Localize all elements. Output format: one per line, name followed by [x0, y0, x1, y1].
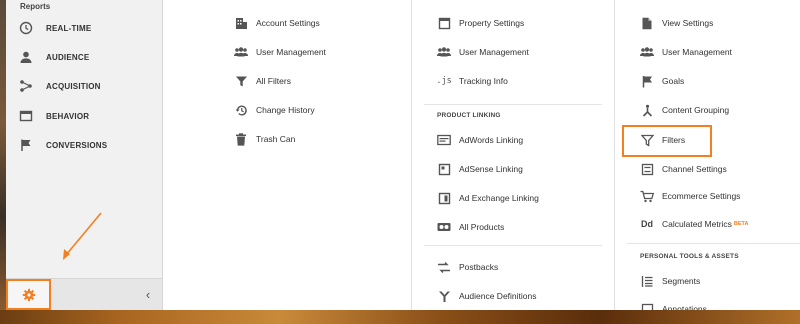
column-separator: [411, 0, 412, 310]
change-history-link[interactable]: Change History: [234, 100, 315, 120]
adexchange-icon: [437, 191, 451, 205]
gear-icon: [22, 288, 36, 302]
link-label: All Filters: [256, 76, 291, 86]
nav-item-acquisition[interactable]: ACQUISITION: [6, 75, 162, 97]
link-label: Account Settings: [256, 18, 320, 28]
flag-icon: [19, 138, 33, 152]
link-label: User Management: [256, 47, 326, 57]
link-label: User Management: [459, 47, 529, 57]
users-icon: [640, 45, 654, 59]
account-user-management-link[interactable]: User Management: [234, 42, 326, 62]
link-label: Content Grouping: [662, 105, 730, 115]
person-icon: [19, 50, 33, 64]
link-label: Ad Exchange Linking: [459, 193, 539, 203]
postbacks-link[interactable]: Postbacks: [437, 257, 498, 277]
nav-item-audience[interactable]: AUDIENCE: [6, 46, 162, 68]
property-icon: [437, 16, 451, 30]
document-icon: [640, 16, 654, 30]
clock-icon: [19, 21, 33, 35]
nav-item-conversions[interactable]: CONVERSIONS: [6, 134, 162, 156]
calculated-metrics-link[interactable]: Dd Calculated Metrics BETA: [640, 214, 749, 234]
section-divider: [424, 104, 602, 105]
property-user-management-link[interactable]: User Management: [437, 42, 529, 62]
beta-badge: BETA: [733, 221, 749, 227]
view-settings-link[interactable]: View Settings: [640, 13, 713, 33]
history-icon: [234, 103, 248, 117]
adwords-linking-link[interactable]: AdWords Linking: [437, 130, 523, 150]
product-linking-heading: PRODUCT LINKING: [437, 112, 501, 119]
property-settings-link[interactable]: Property Settings: [437, 13, 524, 33]
link-label: All Products: [459, 222, 505, 232]
sidebar: Reports REAL-TIME AUDIENCE ACQUISITION B…: [6, 0, 163, 311]
column-separator: [614, 0, 615, 310]
ad-exchange-linking-link[interactable]: Ad Exchange Linking: [437, 188, 539, 208]
link-label: AdSense Linking: [459, 164, 523, 174]
dd-icon: Dd: [641, 219, 653, 229]
nav-item-behavior[interactable]: BEHAVIOR: [6, 105, 162, 127]
section-divider: [424, 245, 602, 246]
filters-highlight-box: [622, 125, 712, 157]
js-icon: .js: [436, 76, 452, 86]
all-products-link[interactable]: All Products: [437, 217, 504, 237]
segments-icon: [640, 274, 654, 288]
collapse-sidebar-button[interactable]: ‹: [140, 286, 156, 302]
link-label: Trash Can: [256, 134, 296, 144]
nav-item-label: CONVERSIONS: [46, 140, 108, 150]
all-products-icon: [437, 220, 451, 234]
link-label: View Settings: [662, 18, 714, 28]
link-label: Change History: [256, 105, 315, 115]
acquisition-icon: [19, 79, 33, 93]
link-label: Postbacks: [459, 262, 499, 272]
section-divider: [627, 243, 800, 244]
postbacks-icon: [437, 260, 451, 274]
nav-item-label: BEHAVIOR: [46, 111, 90, 121]
ecommerce-settings-link[interactable]: Ecommerce Settings: [640, 186, 740, 206]
link-label: Calculated Metrics: [662, 219, 732, 229]
users-icon: [234, 45, 248, 59]
admin-button[interactable]: [6, 279, 51, 310]
link-label: Audience Definitions: [459, 291, 537, 301]
link-label: AdWords Linking: [459, 135, 524, 145]
nav-item-label: AUDIENCE: [46, 52, 90, 62]
goals-link[interactable]: Goals: [640, 71, 684, 91]
all-filters-link[interactable]: All Filters: [234, 71, 291, 91]
trash-can-link[interactable]: Trash Can: [234, 129, 295, 149]
reports-section-label: Reports: [20, 2, 51, 11]
adsense-icon: [437, 162, 451, 176]
link-label: Channel Settings: [662, 164, 727, 174]
link-label: Segments: [662, 276, 701, 286]
tracking-info-link[interactable]: .js Tracking Info: [436, 71, 508, 91]
segments-link[interactable]: Segments: [640, 271, 700, 291]
link-label: User Management: [662, 47, 732, 57]
adwords-icon: [437, 133, 451, 147]
content-grouping-icon: [640, 103, 654, 117]
trash-icon: [234, 132, 248, 146]
behavior-icon: [19, 109, 33, 123]
nav-item-label: REAL-TIME: [46, 23, 92, 33]
audience-definitions-icon: [437, 289, 451, 303]
flag-icon: [640, 74, 654, 88]
desktop-background-strip: [0, 310, 800, 324]
view-user-management-link[interactable]: User Management: [640, 42, 732, 62]
personal-tools-heading: PERSONAL TOOLS & ASSETS: [640, 253, 739, 260]
building-icon: [234, 16, 248, 30]
nav-item-real-time[interactable]: REAL-TIME: [6, 17, 162, 39]
link-label: Goals: [662, 76, 685, 86]
channel-icon: [640, 162, 654, 176]
users-icon: [437, 45, 451, 59]
content-grouping-link[interactable]: Content Grouping: [640, 100, 729, 120]
account-settings-link[interactable]: Account Settings: [234, 13, 320, 33]
cart-icon: [640, 189, 654, 203]
nav-item-label: ACQUISITION: [46, 81, 101, 91]
filter-icon: [234, 74, 248, 88]
adsense-linking-link[interactable]: AdSense Linking: [437, 159, 523, 179]
link-label: Tracking Info: [459, 76, 508, 86]
link-label: Ecommerce Settings: [662, 191, 741, 201]
audience-definitions-link[interactable]: Audience Definitions: [437, 286, 537, 306]
link-label: Property Settings: [459, 18, 525, 28]
channel-settings-link[interactable]: Channel Settings: [640, 159, 727, 179]
